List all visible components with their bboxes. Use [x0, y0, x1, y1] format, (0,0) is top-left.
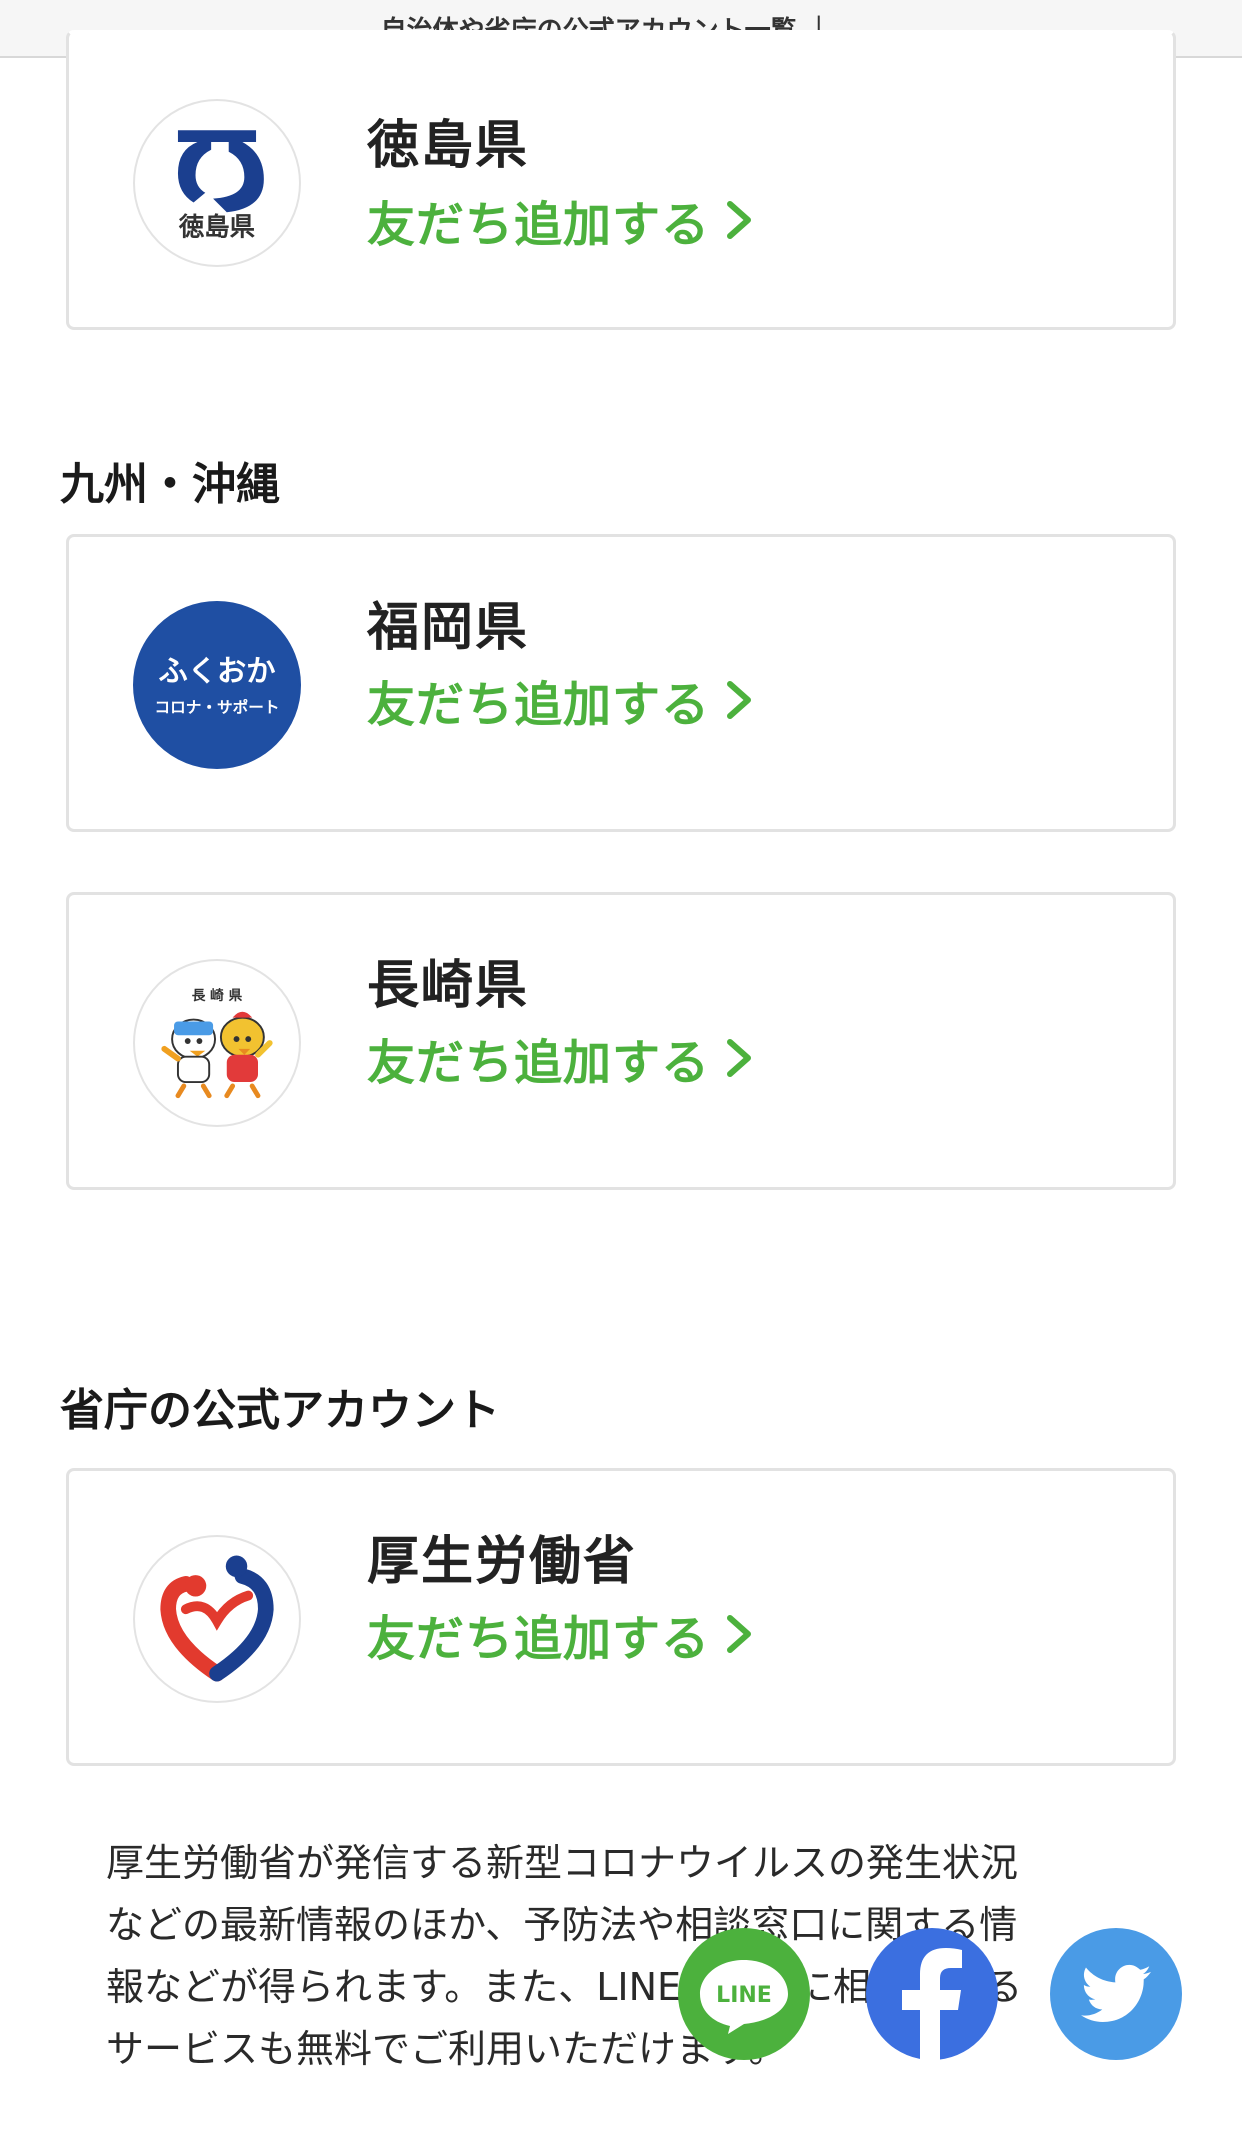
line-share-button[interactable]: LINE: [678, 1928, 810, 2060]
add-friend-label: 友だち追加する: [367, 197, 711, 253]
account-name-fukuoka: 福岡県: [367, 598, 530, 658]
facebook-share-button[interactable]: [866, 1928, 998, 2060]
nagasaki-logo-text: 長 崎 県: [192, 987, 243, 1004]
account-card-tokushima: 徳島県 徳島県 友だち追加する: [66, 30, 1176, 330]
tokushima-logo: 徳島県: [133, 99, 301, 267]
add-friend-label: 友だち追加する: [367, 677, 711, 733]
account-name-mhlw: 厚生労働省: [367, 1532, 638, 1592]
line-icon: LINE: [700, 1960, 788, 2034]
account-name-tokushima: 徳島県: [367, 116, 530, 176]
fukuoka-logo-text-bottom: コロナ・サポート: [155, 697, 280, 716]
mhlw-logo: [133, 1535, 301, 1703]
section-title-kyushu: 九州・沖縄: [60, 459, 280, 510]
account-card-fukuoka: ふくおか コロナ・サポート 福岡県 友だち追加する: [66, 534, 1176, 832]
facebook-icon: [902, 1948, 962, 2060]
fukuoka-logo-text-top: ふくおか: [158, 654, 275, 688]
section-title-ministries: 省庁の公式アカウント: [60, 1385, 500, 1436]
add-friend-fukuoka[interactable]: 友だち追加する: [367, 665, 754, 735]
twitter-icon: [1081, 1964, 1151, 2022]
chevron-right-icon: [727, 1039, 752, 1077]
description-line: 厚生労働省が発信する新型コロナウイルスの発生状況: [106, 1841, 1019, 1885]
add-friend-mhlw[interactable]: 友だち追加する: [367, 1599, 754, 1669]
account-card-nagasaki: 長 崎 県 長崎県 友だち追加する: [66, 892, 1176, 1190]
chevron-right-icon: [727, 681, 752, 719]
fukuoka-logo: ふくおか コロナ・サポート: [133, 601, 301, 769]
add-friend-label: 友だち追加する: [367, 1611, 711, 1667]
account-name-nagasaki: 長崎県: [367, 956, 530, 1016]
add-friend-nagasaki[interactable]: 友だち追加する: [367, 1023, 754, 1093]
add-friend-tokushima[interactable]: 友だち追加する: [367, 185, 754, 255]
chevron-right-icon: [727, 201, 752, 239]
line-icon-label: LINE: [716, 1983, 772, 2008]
tokushima-logo-text: 徳島県: [178, 212, 256, 242]
chevron-right-icon: [727, 1615, 752, 1653]
twitter-share-button[interactable]: [1050, 1928, 1182, 2060]
account-card-mhlw: 厚生労働省 友だち追加する: [66, 1468, 1176, 1766]
add-friend-label: 友だち追加する: [367, 1035, 711, 1091]
nagasaki-mascot-logo: 長 崎 県: [133, 959, 301, 1127]
